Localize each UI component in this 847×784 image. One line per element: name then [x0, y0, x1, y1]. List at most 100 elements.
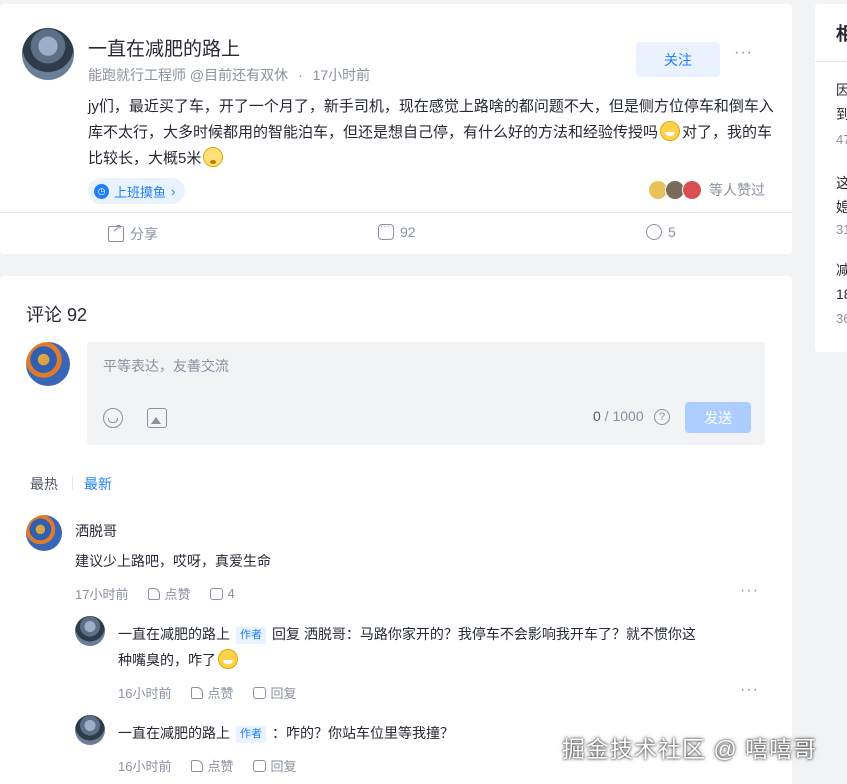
- divider: [0, 212, 792, 213]
- share-icon: [108, 221, 124, 242]
- related-item-stat: 36: [836, 311, 847, 326]
- related-item-line: 18: [836, 286, 847, 302]
- reply-text: ：咋的？你站车位里等我撞？: [272, 725, 454, 741]
- related-item-line: 媳: [836, 199, 847, 215]
- comment-count: 92: [400, 224, 416, 240]
- related-item-stat: 31: [836, 222, 847, 237]
- sort-divider: [72, 476, 73, 490]
- reply-meta: 16小时前 点赞 回复: [118, 683, 297, 702]
- likers-text: 等人赞过: [709, 182, 765, 198]
- post-time: 17小时前: [312, 67, 371, 83]
- author-badge: 作者: [236, 627, 266, 644]
- post-content: jy们，最近买了车，开了一个月了，新手司机，现在感觉上路啥的都问题不大，但是侧方…: [88, 94, 778, 172]
- sort-new[interactable]: 最新: [84, 474, 112, 494]
- related-item[interactable]: 这媳: [836, 171, 847, 219]
- like-icon: [191, 759, 204, 772]
- reply-more-icon[interactable]: ···: [740, 681, 759, 699]
- reply-text: 马路你家开的？我停车不会影响我开车了？就不惯你这: [359, 626, 696, 642]
- help-icon[interactable]: ?: [654, 409, 670, 425]
- reply-label: 回复: [270, 759, 297, 774]
- editor-placeholder[interactable]: 平等表达，友善交流: [103, 356, 229, 376]
- sort-hot[interactable]: 最热: [30, 474, 58, 494]
- reply-text-2: 种嘴臭的，咋了: [118, 652, 216, 668]
- related-item[interactable]: 因到: [836, 78, 847, 126]
- follow-button[interactable]: 关注: [636, 42, 720, 77]
- comment-icon: [378, 221, 394, 240]
- collect-icon: [646, 224, 662, 240]
- related-sidebar: 相 因到 47 这媳 31 减 18 36: [815, 4, 847, 352]
- comment-icon: [253, 759, 267, 772]
- grin-emoji: [218, 649, 238, 669]
- comment-time: 17小时前: [75, 587, 129, 602]
- comment-icon: [253, 686, 267, 699]
- comment-like-button[interactable]: 点赞: [148, 584, 190, 603]
- reply-meta: 16小时前 点赞 回复: [118, 756, 297, 775]
- reply-body: 一直在减肥的路上 作者 回复 洒脱哥：马路你家开的？我停车不会影响我开车了？就不惯你…: [118, 621, 758, 673]
- comment-editor[interactable]: 平等表达，友善交流 0 / 1000 ? 发送: [87, 342, 765, 445]
- comment-reply-button[interactable]: 4: [210, 586, 235, 601]
- reply-avatar[interactable]: [75, 616, 105, 646]
- liker-avatar: [682, 180, 702, 200]
- author-badge: 作者: [236, 726, 266, 743]
- reply-like-button[interactable]: 点赞: [191, 756, 233, 775]
- comment-author[interactable]: 洒脱哥: [75, 521, 117, 541]
- comments-card: 评论 92 平等表达，友善交流 0 / 1000 ? 发送 最热 最新 洒脱哥 …: [0, 276, 792, 784]
- related-item-line: 这: [836, 175, 847, 191]
- divider: [815, 61, 847, 62]
- reply-author[interactable]: 一直在减肥的路上: [118, 725, 230, 741]
- reply-prefix: 回复 洒脱哥：: [272, 626, 360, 642]
- topic-tag-label: 上班摸鱼: [114, 184, 167, 200]
- reply-avatar[interactable]: [75, 715, 105, 745]
- share-button[interactable]: 分享: [108, 221, 158, 244]
- current-user-avatar[interactable]: [26, 342, 70, 386]
- reply-author[interactable]: 一直在减肥的路上: [118, 626, 230, 642]
- like-label: 点赞: [207, 759, 234, 774]
- char-count: 0: [593, 408, 601, 424]
- reply-time: 16小时前: [118, 759, 172, 774]
- post-meta: 能跑就行工程师 @目前还有双休 · 17小时前: [88, 65, 370, 85]
- likers[interactable]: 等人赞过: [648, 180, 765, 200]
- like-icon: [148, 587, 161, 600]
- meta-dot: ·: [298, 67, 303, 83]
- comment-button[interactable]: 92: [378, 221, 416, 240]
- like-icon: [191, 686, 204, 699]
- comment-avatar[interactable]: [26, 515, 62, 551]
- comment-text: 建议少上路吧，哎呀，真爱生命: [75, 553, 271, 569]
- post-author-avatar[interactable]: [22, 28, 74, 80]
- grin-emoji: [660, 121, 681, 141]
- related-item-line: 到: [836, 106, 847, 122]
- reply-reply-button[interactable]: 回复: [253, 683, 297, 702]
- comment-icon: [210, 587, 224, 600]
- reply-label: 回复: [270, 686, 297, 701]
- char-counter: 0 / 1000: [593, 408, 644, 424]
- dizzy-emoji: [203, 147, 224, 167]
- reply-reply-button[interactable]: 回复: [253, 756, 297, 775]
- emoji-icon[interactable]: [103, 408, 123, 428]
- more-icon[interactable]: ···: [734, 44, 753, 62]
- reply-like-button[interactable]: 点赞: [191, 683, 233, 702]
- post-card: 一直在减肥的路上 能跑就行工程师 @目前还有双休 · 17小时前 关注 ··· …: [0, 4, 792, 254]
- related-item-line: 因: [836, 82, 847, 98]
- image-icon[interactable]: [147, 408, 167, 428]
- post-author-name[interactable]: 一直在减肥的路上: [88, 34, 240, 61]
- like-label: 点赞: [207, 686, 234, 701]
- related-item-stat: 47: [836, 132, 847, 147]
- comments-title: 评论 92: [26, 305, 88, 325]
- comment-meta: 17小时前 点赞 4: [75, 584, 235, 603]
- topic-icon: ◷: [94, 183, 109, 199]
- comment-more-icon[interactable]: ···: [740, 582, 759, 600]
- related-item[interactable]: 减 18: [836, 258, 847, 306]
- char-max: / 1000: [600, 408, 644, 424]
- topic-tag[interactable]: ◷ 上班摸鱼 ›: [88, 178, 186, 204]
- share-label: 分享: [130, 226, 158, 242]
- collect-button[interactable]: 5: [646, 224, 676, 240]
- collect-count: 5: [668, 224, 676, 240]
- related-title: 相: [836, 24, 847, 44]
- watermark: 掘金技术社区 @ 嘻嘻哥: [562, 736, 818, 762]
- send-button[interactable]: 发送: [685, 402, 751, 433]
- author-title: 能跑就行工程师 @目前还有双休: [88, 67, 289, 83]
- like-label: 点赞: [164, 587, 191, 602]
- related-item-line: 减: [836, 262, 847, 278]
- reply-count: 4: [227, 586, 235, 601]
- reply-time: 16小时前: [118, 686, 172, 701]
